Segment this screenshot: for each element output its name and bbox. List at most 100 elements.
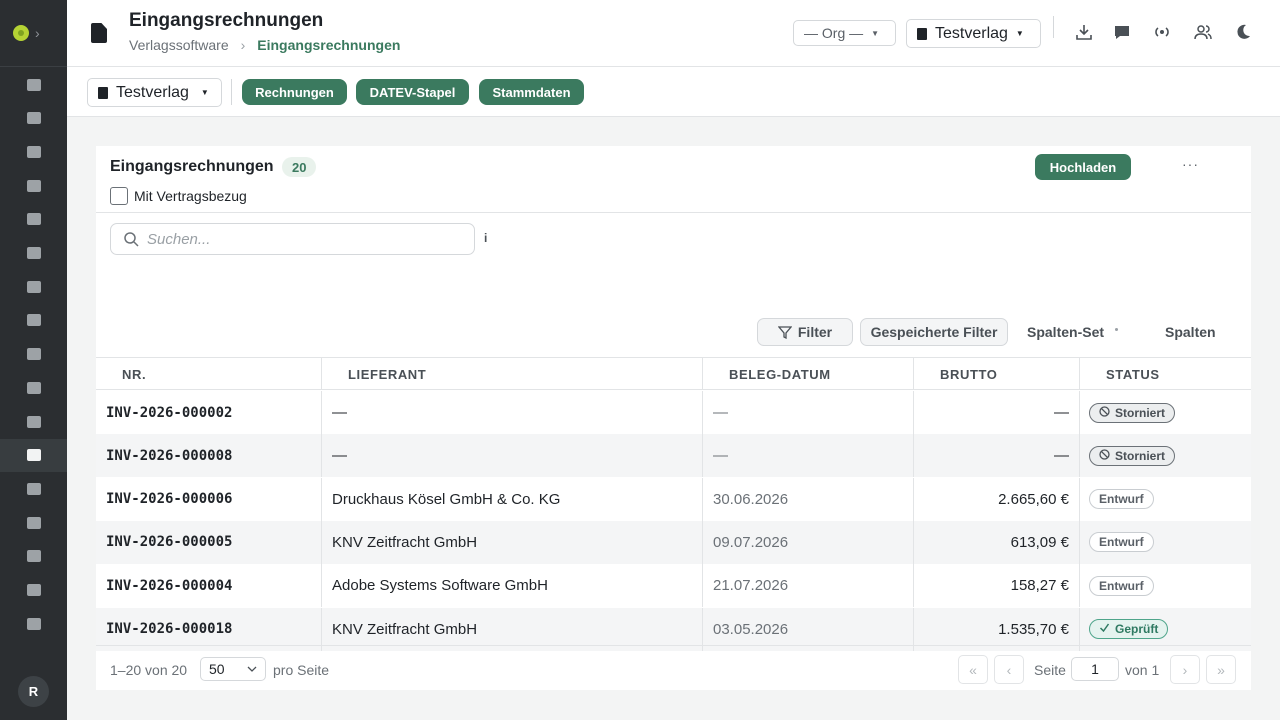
pagination: 1–20 von 20 50 pro Seite « ‹ Seite 1 von…: [96, 645, 1251, 690]
sidebar-item[interactable]: [0, 237, 67, 270]
feather-icon: [26, 213, 41, 226]
users-icon[interactable]: [1194, 23, 1212, 41]
filter-icon: [777, 326, 792, 339]
page-title: Eingangsrechnungen: [129, 10, 324, 31]
divider: [231, 79, 232, 105]
tab-datev-stapel[interactable]: DATEV-Stapel: [356, 79, 469, 105]
avatar[interactable]: R: [18, 676, 49, 707]
count-badge: 20: [282, 157, 317, 177]
contract-checkbox[interactable]: [110, 187, 128, 205]
broadcast-icon[interactable]: [1153, 23, 1171, 41]
sidebar-item[interactable]: [0, 338, 67, 371]
video-icon: [26, 381, 41, 394]
tab-rechnungen[interactable]: Rechnungen: [242, 79, 347, 105]
table-row[interactable]: INV-2026-000006 Druckhaus Kösel GmbH & Co…: [96, 477, 1251, 521]
status-label: Entwurf: [1099, 578, 1144, 593]
tab-stammdaten[interactable]: Stammdaten: [479, 79, 584, 105]
contract-checkbox-label: Mit Vertragsbezug: [134, 188, 247, 204]
column-header-lieferant[interactable]: LIEFERANT: [322, 358, 703, 390]
saved-filter-button[interactable]: Gespeicherte Filter: [860, 318, 1008, 346]
range-label: 1–20 von 20: [110, 662, 188, 678]
caret-down-icon: ▼: [1015, 29, 1024, 38]
upload-button[interactable]: Hochladen: [1035, 154, 1131, 180]
org-select[interactable]: — Org — ▼: [793, 20, 896, 46]
search-input[interactable]: [147, 230, 447, 248]
search-box[interactable]: [110, 223, 475, 255]
cell-beleg-datum: 21.07.2026: [703, 564, 914, 608]
chevron-right-icon[interactable]: ›: [35, 25, 40, 41]
building-icon: [98, 86, 108, 99]
cell-beleg-datum: —: [703, 391, 914, 434]
sidebar-item[interactable]: [0, 68, 67, 101]
contract-filter[interactable]: Mit Vertragsbezug: [110, 187, 247, 205]
sidebar-item[interactable]: [0, 371, 67, 404]
breadcrumb-item-root[interactable]: Verlagssoftware: [129, 37, 229, 53]
publisher-select[interactable]: Testverlag ▼: [87, 78, 222, 107]
first-page-button[interactable]: «: [958, 655, 988, 684]
caret-down-icon: ▼: [871, 28, 880, 38]
status-badge: Geprüft: [1089, 619, 1169, 639]
chat-icon[interactable]: [1113, 23, 1131, 41]
sidebar-header[interactable]: ›: [0, 0, 67, 67]
header: Eingangsrechnungen Verlagssoftware › Ein…: [67, 0, 1280, 67]
sidebar-item[interactable]: [0, 540, 67, 573]
page-input[interactable]: 1: [1071, 657, 1119, 681]
next-page-button[interactable]: ›: [1170, 655, 1200, 684]
table-row[interactable]: INV-2026-000004 Adobe Systems Software Gm…: [96, 564, 1251, 608]
column-header-status[interactable]: STATUS: [1080, 358, 1251, 390]
column-set-button[interactable]: Spalten-Set: [1027, 324, 1104, 340]
columns-button[interactable]: Spalten: [1165, 324, 1216, 340]
status-label: Storniert: [1115, 405, 1166, 420]
sidebar-item[interactable]: [0, 405, 67, 438]
chevron-right-icon: ›: [240, 37, 246, 53]
more-options-icon[interactable]: ···: [1182, 156, 1199, 172]
download-icon[interactable]: [1075, 23, 1093, 41]
chart-icon: [26, 550, 41, 563]
table-row[interactable]: INV-2026-000008— — — Storniert: [96, 434, 1251, 478]
table-row[interactable]: INV-2026-000002— — — Storniert: [96, 391, 1251, 434]
column-header-brutto[interactable]: BRUTTO: [914, 358, 1080, 390]
sidebar-item[interactable]: [0, 169, 67, 202]
sidebar-item[interactable]: [0, 506, 67, 539]
status-label: Geprüft: [1115, 622, 1159, 636]
dot-icon: [1115, 328, 1118, 331]
cell-lieferant: Adobe Systems Software GmbH: [322, 564, 703, 608]
filter-button[interactable]: Filter: [757, 318, 853, 346]
megaphone-icon: [26, 348, 41, 361]
column-header-beleg-datum[interactable]: BELEG-DATUM: [703, 358, 914, 390]
cell-nr: INV-2026-000006: [96, 477, 322, 521]
music-icon: [26, 415, 41, 428]
chevron-down-icon: [247, 666, 257, 672]
sidebar-item[interactable]: [0, 574, 67, 607]
sidebar-item[interactable]: [0, 135, 67, 168]
table-row[interactable]: INV-2026-000005 KNV Zeitfracht GmbH 09.07.…: [96, 520, 1251, 564]
check-icon: [1099, 622, 1110, 636]
status-badge: Storniert: [1089, 402, 1176, 423]
sidebar-item[interactable]: [0, 472, 67, 505]
truck-icon: [26, 482, 41, 495]
sidebar-item[interactable]: [0, 102, 67, 135]
image-icon: [26, 78, 41, 91]
moon-icon[interactable]: [1234, 23, 1252, 41]
cell-lieferant: KNV Zeitfracht GmbH: [322, 520, 703, 564]
sidebar-item[interactable]: [0, 438, 67, 472]
status-badge: Entwurf: [1089, 532, 1154, 553]
column-header-nr[interactable]: NR.: [96, 358, 322, 390]
per-page-label: pro Seite: [273, 662, 330, 678]
sidebar-item[interactable]: [0, 270, 67, 303]
sidebar-item[interactable]: [0, 203, 67, 236]
per-page-select[interactable]: 50: [200, 657, 266, 681]
sidebar-item[interactable]: [0, 607, 67, 640]
cell-nr: INV-2026-000005: [96, 520, 322, 564]
card-icon: [26, 247, 41, 259]
ban-icon: [1099, 449, 1110, 463]
previous-page-button[interactable]: ‹: [994, 655, 1024, 684]
publisher-select[interactable]: Testverlag ▼: [906, 19, 1041, 48]
cell-status: Entwurf: [1080, 478, 1251, 521]
info-icon[interactable]: i: [484, 231, 487, 245]
circle-icon: [26, 280, 41, 293]
last-page-button[interactable]: »: [1206, 655, 1236, 684]
sidebar-item[interactable]: [0, 304, 67, 337]
building-icon: [917, 27, 927, 40]
cell-lieferant: —: [322, 434, 703, 478]
